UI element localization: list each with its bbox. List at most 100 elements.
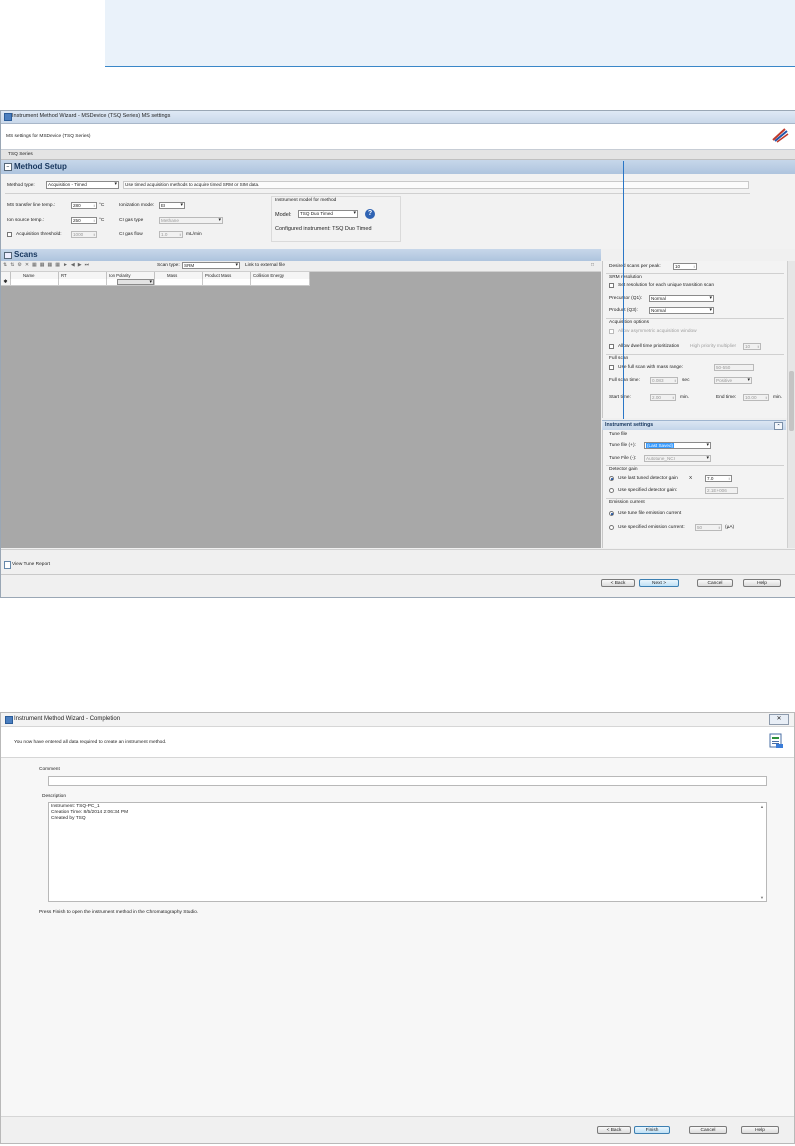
ci-gas-type-value: Methane: [161, 218, 179, 223]
method-setup-heading: Method Setup: [14, 162, 67, 171]
specified-gain-input[interactable]: 2.1E+006: [705, 487, 738, 494]
ion-source-input[interactable]: 250: [71, 217, 97, 224]
end-time-label: End time:: [716, 395, 737, 400]
annotation-line: [623, 161, 624, 419]
product-select[interactable]: Normal: [649, 307, 714, 314]
full-scan-time-input[interactable]: 0.083: [650, 377, 678, 384]
start-time-label: Start time:: [609, 395, 631, 400]
start-time-input[interactable]: 2.00: [650, 394, 676, 401]
footer-divider: [1, 574, 795, 575]
col-ion-polarity[interactable]: Ion Polarity: [107, 272, 155, 279]
col-mass[interactable]: Mass: [155, 272, 203, 279]
app-icon: [5, 716, 13, 724]
specified-emission-value: 50: [697, 525, 703, 530]
tab-tsq-series[interactable]: TSQ Series: [8, 152, 33, 157]
next-button[interactable]: Next >: [639, 579, 679, 587]
last-tuned-input[interactable]: 7.0: [705, 475, 732, 482]
mass-range-value: 50-550: [716, 365, 731, 370]
acq-threshold-checkbox[interactable]: [7, 232, 12, 237]
end-time-input[interactable]: 10.00: [743, 394, 769, 401]
comment-input[interactable]: [48, 776, 767, 786]
allow-dwell-checkbox[interactable]: [609, 344, 614, 349]
collapse-icon[interactable]: −: [4, 163, 12, 171]
specified-emission-input[interactable]: 50: [695, 524, 722, 531]
set-resolution-label: Set resolution for each unique transitio…: [618, 283, 714, 288]
instrument-settings-body: Tune file Tune file (+): (Last Saved) Tu…: [602, 430, 787, 548]
cancel-button[interactable]: Cancel: [697, 579, 733, 587]
panel-toggle-icon[interactable]: □: [591, 262, 594, 268]
allow-asym-checkbox[interactable]: [609, 329, 614, 334]
scans-bar[interactable]: Scans: [1, 249, 601, 261]
finish-button[interactable]: Finish: [634, 1126, 670, 1134]
link-external-file[interactable]: Link to external file: [245, 263, 285, 268]
right-panel-scrollbar[interactable]: [787, 261, 795, 548]
ms-transfer-label: MS transfer line temp.:: [7, 203, 56, 208]
set-resolution-checkbox[interactable]: [609, 283, 614, 288]
model-select[interactable]: TSQ Duo Timed: [298, 210, 358, 218]
high-priority-input[interactable]: 10: [743, 343, 761, 350]
method-setup-bar[interactable]: − Method Setup: [1, 160, 795, 174]
help-button[interactable]: Help: [743, 579, 781, 587]
finish-note: Press Finish to open the instrument meth…: [39, 910, 199, 915]
col-product-mass[interactable]: Product Mass: [203, 272, 251, 279]
help-icon[interactable]: ?: [365, 209, 375, 219]
tune-file-minus-value: Autotune_NCI: [646, 456, 675, 461]
end-min-unit: min.: [773, 395, 783, 400]
use-full-scan-checkbox[interactable]: [609, 365, 614, 370]
description-textarea[interactable]: Instrument: TSQ-PC_1 Creation Time: 8/5/…: [48, 802, 767, 902]
cell-collision-energy[interactable]: [251, 279, 310, 286]
ci-gas-flow-input[interactable]: 1.0: [159, 231, 183, 238]
acq-threshold-input[interactable]: 1000: [71, 231, 97, 238]
scan-type-select[interactable]: SRM: [182, 262, 240, 269]
cell-mass[interactable]: [155, 279, 203, 286]
ms-transfer-input[interactable]: 280: [71, 202, 97, 209]
divider: [606, 498, 784, 499]
use-last-tuned-label: Use last tuned detector gain: [618, 476, 678, 481]
header-band: MS settings for MSDevice (TSQ Series): [1, 124, 795, 150]
cancel-button[interactable]: Cancel: [689, 1126, 727, 1134]
ci-gas-type-select[interactable]: Methane: [159, 217, 223, 224]
cell-rt[interactable]: [59, 279, 107, 286]
tune-file-group: Tune file: [609, 432, 628, 437]
method-type-select[interactable]: Acquisition - Timed: [46, 181, 119, 189]
close-button[interactable]: ✕: [769, 714, 789, 725]
scrollbar-thumb[interactable]: [789, 371, 794, 431]
desired-scans-input[interactable]: 10: [673, 263, 697, 270]
cell-name[interactable]: [11, 279, 59, 286]
use-specified-emission-radio[interactable]: [609, 525, 614, 530]
mass-range-input[interactable]: 50-550: [714, 364, 754, 371]
polarity-select[interactable]: Positive: [714, 377, 752, 384]
scroll-down-icon[interactable]: ▼: [760, 895, 764, 900]
completion-doc-icon: [769, 733, 783, 748]
col-name[interactable]: Name: [11, 272, 59, 279]
ms-settings-window: Instrument Method Wizard - MSDevice (TSQ…: [0, 110, 795, 598]
polarity-dropdown[interactable]: [117, 279, 154, 285]
instrument-model-group: Instrument model for method Model: TSQ D…: [271, 196, 401, 242]
use-specified-gain-radio[interactable]: [609, 488, 614, 493]
col-rt[interactable]: RT: [59, 272, 107, 279]
scans-new-row[interactable]: ✱: [1, 279, 310, 286]
toolbar-icons[interactable]: ⇅⇅⚙✕▦▦▦▦►◀▶⏭: [3, 262, 92, 268]
completion-title: Instrument Method Wizard - Completion: [14, 716, 121, 722]
cell-ion-polarity[interactable]: [107, 279, 155, 286]
row-marker: ✱: [1, 279, 11, 286]
ion-source-label: Ion source temp.:: [7, 218, 45, 223]
help-button[interactable]: Help: [741, 1126, 779, 1134]
collapse-up-icon[interactable]: ⌃: [774, 422, 783, 430]
tune-file-plus-select[interactable]: (Last Saved): [644, 442, 711, 449]
view-tune-report-link[interactable]: View Tune Report: [12, 562, 50, 567]
scroll-up-icon[interactable]: ▲: [760, 804, 764, 809]
x-label: X: [689, 476, 693, 481]
ci-gas-flow-unit: mL/min: [186, 232, 202, 237]
precursor-select[interactable]: Normal: [649, 295, 714, 302]
use-last-tuned-radio[interactable]: [609, 476, 614, 481]
allow-dwell-label: Allow dwell time prioritization: [618, 344, 680, 349]
use-tune-emission-radio[interactable]: [609, 511, 614, 516]
col-collision-energy[interactable]: Collision Energy: [251, 272, 310, 279]
cell-product-mass[interactable]: [203, 279, 251, 286]
back-button[interactable]: < Back: [601, 579, 635, 587]
instrument-settings-bar[interactable]: Instrument settings ⌃: [602, 420, 786, 430]
back-button[interactable]: < Back: [597, 1126, 631, 1134]
tune-file-minus-select[interactable]: Autotune_NCI: [644, 455, 711, 462]
ionization-select[interactable]: EI: [159, 202, 185, 209]
